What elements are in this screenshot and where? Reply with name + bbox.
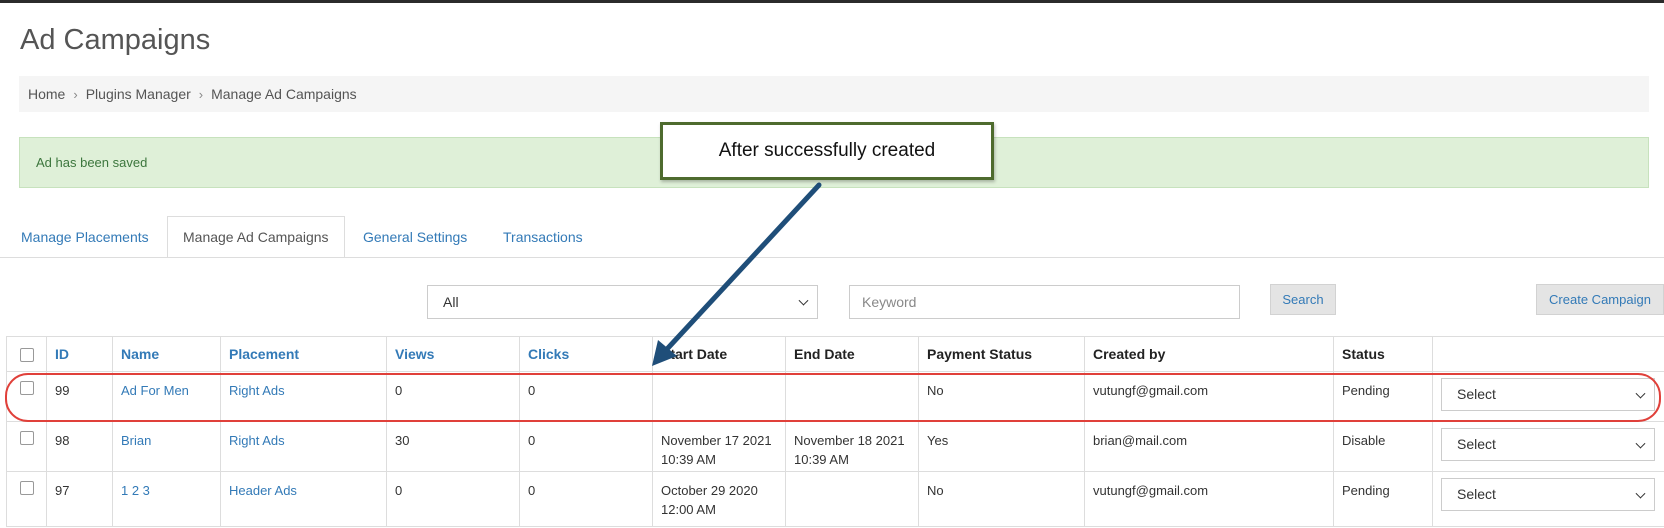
cell-clicks: 0	[519, 471, 653, 527]
cell-clicks: 0	[519, 421, 653, 472]
row-action-select[interactable]: Select	[1441, 428, 1655, 461]
cell-status: Pending	[1333, 471, 1433, 527]
column-header-placement[interactable]: Placement	[220, 336, 387, 372]
column-header-end-date: End Date	[785, 336, 919, 372]
cell-end-date: November 18 2021 10:39 AM	[785, 421, 919, 472]
tab-general-settings[interactable]: General Settings	[363, 216, 467, 258]
chevron-down-icon	[1635, 438, 1646, 449]
column-header-actions	[1432, 336, 1664, 372]
column-header-id[interactable]: ID	[46, 336, 113, 372]
cell-end-date	[785, 471, 919, 527]
cell-action: Select	[1432, 471, 1664, 527]
chevron-down-icon	[798, 295, 809, 306]
campaigns-table: ID Name Placement Views Clicks Start Dat…	[6, 336, 1664, 527]
row-action-value: Select	[1457, 436, 1496, 452]
type-filter-value: All	[443, 294, 459, 310]
select-all-cell	[6, 336, 47, 372]
row-checkbox[interactable]	[20, 481, 34, 495]
row-checkbox-cell	[6, 421, 47, 472]
cell-id: 99	[46, 371, 113, 422]
table-row: 97 1 2 3 Header Ads 0 0 October 29 2020 1…	[6, 471, 1664, 527]
cell-action: Select	[1432, 371, 1664, 422]
cell-placement-link[interactable]: Right Ads	[220, 421, 387, 472]
table-header-row: ID Name Placement Views Clicks Start Dat…	[6, 336, 1664, 372]
breadcrumb-separator-icon: ›	[198, 86, 204, 102]
cell-placement-link[interactable]: Right Ads	[220, 371, 387, 422]
breadcrumb-plugins-manager[interactable]: Plugins Manager	[86, 86, 191, 102]
breadcrumb-current: Manage Ad Campaigns	[211, 86, 357, 102]
column-header-created-by: Created by	[1084, 336, 1334, 372]
cell-start-date: November 17 2021 10:39 AM	[652, 421, 786, 472]
top-bar	[0, 0, 1664, 3]
tab-bar: Manage Placements Manage Ad Campaigns Ge…	[0, 216, 1664, 258]
row-checkbox-cell	[6, 371, 47, 422]
column-header-name[interactable]: Name	[112, 336, 221, 372]
tab-manage-placements[interactable]: Manage Placements	[21, 216, 149, 258]
cell-created-by: brian@mail.com	[1084, 421, 1334, 472]
cell-end-date	[785, 371, 919, 422]
keyword-input[interactable]	[849, 285, 1240, 319]
search-button[interactable]: Search	[1270, 284, 1336, 315]
cell-name-link[interactable]: Ad For Men	[112, 371, 221, 422]
cell-start-date	[652, 371, 786, 422]
chevron-down-icon	[1635, 488, 1646, 499]
tab-transactions[interactable]: Transactions	[503, 216, 583, 258]
start-date: October 29 2020	[661, 483, 758, 498]
end-date: November 18 2021	[794, 433, 905, 448]
start-time: 10:39 AM	[661, 452, 716, 467]
cell-name-link[interactable]: 1 2 3	[112, 471, 221, 527]
campaigns-table-wrapper: ID Name Placement Views Clicks Start Dat…	[6, 336, 1664, 527]
cell-action: Select	[1432, 421, 1664, 472]
tabs-divider	[0, 257, 1664, 258]
breadcrumb: Home › Plugins Manager › Manage Ad Campa…	[19, 76, 1649, 112]
row-checkbox[interactable]	[20, 381, 34, 395]
end-time: 10:39 AM	[794, 452, 849, 467]
alert-message: Ad has been saved	[36, 155, 148, 170]
cell-id: 98	[46, 421, 113, 472]
row-action-value: Select	[1457, 386, 1496, 402]
callout-text: After successfully created	[718, 140, 936, 161]
cell-clicks: 0	[519, 371, 653, 422]
create-campaign-button[interactable]: Create Campaign	[1536, 284, 1664, 315]
breadcrumb-separator-icon: ›	[73, 86, 78, 102]
row-action-select[interactable]: Select	[1441, 478, 1655, 511]
tab-manage-ad-campaigns[interactable]: Manage Ad Campaigns	[167, 216, 345, 258]
column-header-payment-status: Payment Status	[918, 336, 1085, 372]
cell-payment-status: Yes	[918, 421, 1085, 472]
column-header-status: Status	[1333, 336, 1433, 372]
cell-name-link[interactable]: Brian	[112, 421, 221, 472]
breadcrumb-home[interactable]: Home	[28, 86, 65, 102]
cell-status: Pending	[1333, 371, 1433, 422]
cell-views: 0	[386, 371, 520, 422]
row-action-select[interactable]: Select	[1441, 378, 1655, 411]
cell-status: Disable	[1333, 421, 1433, 472]
chevron-down-icon	[1635, 388, 1646, 399]
type-filter-select[interactable]: All	[427, 285, 818, 319]
cell-start-date: October 29 2020 12:00 AM	[652, 471, 786, 527]
row-checkbox[interactable]	[20, 431, 34, 445]
cell-created-by: vutungf@gmail.com	[1084, 371, 1334, 422]
row-checkbox-cell	[6, 471, 47, 527]
cell-payment-status: No	[918, 471, 1085, 527]
table-row: 99 Ad For Men Right Ads 0 0 No vutungf@g…	[6, 371, 1664, 422]
table-row: 98 Brian Right Ads 30 0 November 17 2021…	[6, 421, 1664, 472]
page-title: Ad Campaigns	[20, 24, 211, 56]
start-time: 12:00 AM	[661, 502, 716, 517]
annotation-callout: After successfully created	[660, 122, 994, 180]
cell-placement-link[interactable]: Header Ads	[220, 471, 387, 527]
select-all-checkbox[interactable]	[20, 348, 34, 362]
cell-id: 97	[46, 471, 113, 527]
column-header-start-date: Start Date	[652, 336, 786, 372]
row-action-value: Select	[1457, 486, 1496, 502]
column-header-views[interactable]: Views	[386, 336, 520, 372]
cell-views: 0	[386, 471, 520, 527]
cell-created-by: vutungf@gmail.com	[1084, 471, 1334, 527]
start-date: November 17 2021	[661, 433, 772, 448]
column-header-clicks[interactable]: Clicks	[519, 336, 653, 372]
cell-payment-status: No	[918, 371, 1085, 422]
cell-views: 30	[386, 421, 520, 472]
annotation-arrow	[665, 182, 822, 351]
